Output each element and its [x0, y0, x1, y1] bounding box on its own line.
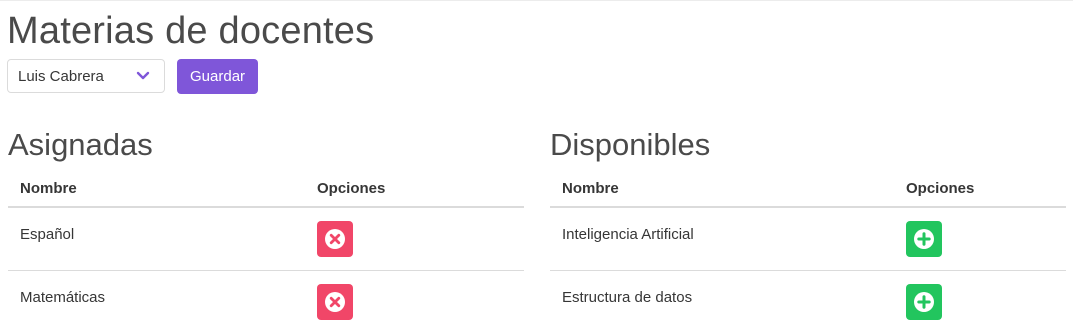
table-header-row: Nombre Opciones [8, 170, 524, 207]
remove-subject-button[interactable] [317, 221, 353, 257]
subject-name: Estructura de datos [550, 271, 894, 333]
add-circle-icon [913, 228, 935, 250]
available-title: Disponibles [550, 126, 1066, 164]
column-header-options: Opciones [894, 170, 1066, 207]
options-cell [894, 207, 1066, 271]
remove-circle-icon [324, 228, 346, 250]
available-panel: Disponibles Nombre Opciones Inteligencia… [550, 126, 1066, 333]
remove-subject-button[interactable] [317, 284, 353, 320]
subject-name: Inteligencia Artificial [550, 207, 894, 271]
chevron-down-icon [136, 71, 150, 81]
options-cell [305, 271, 524, 333]
assigned-panel: Asignadas Nombre Opciones Español [8, 126, 524, 333]
assigned-title: Asignadas [8, 126, 524, 164]
column-header-name: Nombre [8, 170, 305, 207]
table-header-row: Nombre Opciones [550, 170, 1066, 207]
top-divider [0, 0, 1073, 1]
teacher-select-value: Luis Cabrera [18, 60, 104, 94]
remove-circle-icon [324, 291, 346, 313]
teacher-select[interactable]: Luis Cabrera [7, 59, 165, 93]
assigned-table: Nombre Opciones Español Matemáticas [8, 170, 524, 333]
available-table: Nombre Opciones Inteligencia Artificial … [550, 170, 1066, 333]
subject-name: Matemáticas [8, 271, 305, 333]
add-circle-icon [913, 291, 935, 313]
table-row: Español [8, 207, 524, 271]
options-cell [305, 207, 524, 271]
table-row: Matemáticas [8, 271, 524, 333]
save-button[interactable]: Guardar [177, 59, 258, 94]
add-subject-button[interactable] [906, 284, 942, 320]
page-title: Materias de docentes [7, 8, 374, 54]
column-header-options: Opciones [305, 170, 524, 207]
table-row: Estructura de datos [550, 271, 1066, 333]
table-row: Inteligencia Artificial [550, 207, 1066, 271]
column-header-name: Nombre [550, 170, 894, 207]
options-cell [894, 271, 1066, 333]
add-subject-button[interactable] [906, 221, 942, 257]
teacher-controls: Luis Cabrera Guardar [7, 59, 258, 94]
subject-name: Español [8, 207, 305, 271]
